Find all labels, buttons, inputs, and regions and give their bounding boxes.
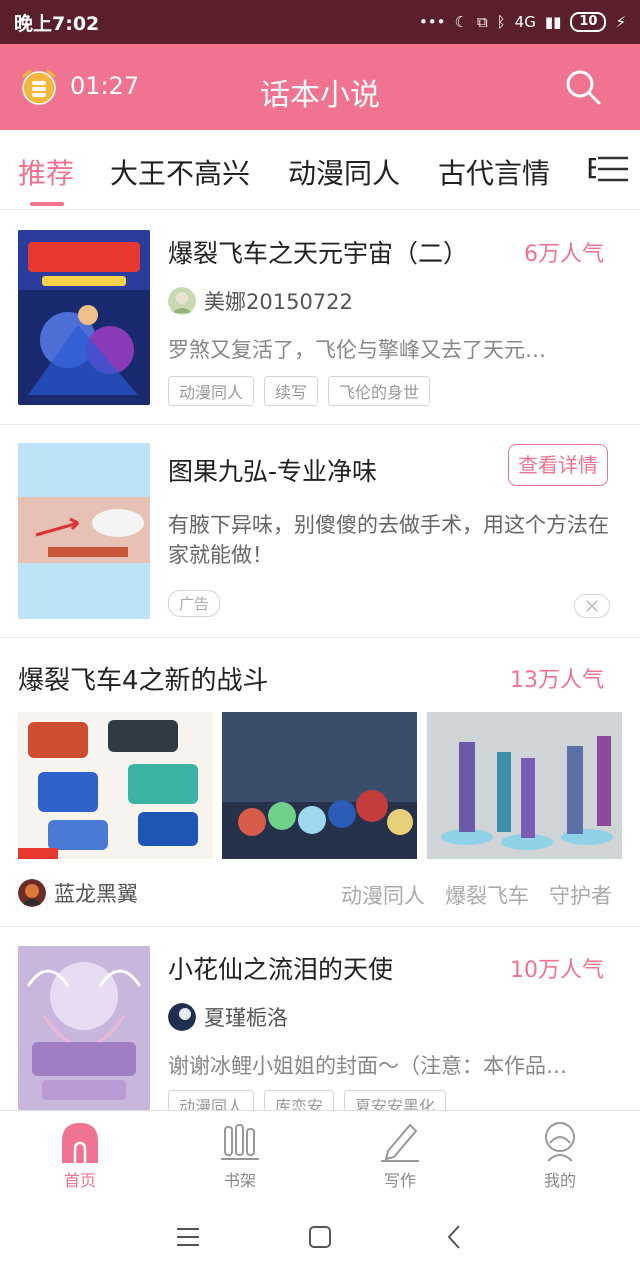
battery-icon: 10 xyxy=(570,12,607,32)
back-icon[interactable] xyxy=(442,1224,468,1250)
ad-description: 有腋下异味，别傻傻的去做手术，用这个方法在家就能做！ xyxy=(168,513,609,567)
author-name: 美娜20150722 xyxy=(204,290,353,314)
pencil-icon xyxy=(381,1123,419,1162)
charging-icon: ⚡ xyxy=(615,13,626,31)
home-square-icon[interactable] xyxy=(307,1224,333,1250)
author-name: 夏瑾栀洛 xyxy=(204,1006,288,1030)
status-time: 晚上7:02 xyxy=(14,12,100,35)
tag[interactable]: 续写 xyxy=(264,376,319,406)
book-description-1: 罗煞又复活了，飞伦与擎峰又去了天元… xyxy=(168,338,546,362)
author-name: 蓝龙黑翼 xyxy=(54,882,138,906)
moon-icon: ☾ xyxy=(454,13,468,31)
book-title-1[interactable]: 爆裂飞车之天元宇宙（二） xyxy=(168,234,468,270)
tab-indicator xyxy=(30,202,64,206)
tab-dawang[interactable]: 大王不高兴 xyxy=(110,152,250,192)
avatar xyxy=(168,287,196,315)
system-navigation xyxy=(0,1196,640,1280)
avatar xyxy=(18,879,46,907)
copy-icon: ⧉ xyxy=(476,13,488,31)
book-author-2[interactable]: 夏瑾栀洛 xyxy=(168,1002,288,1032)
ad-title[interactable]: 图果九弘-专业净味 xyxy=(168,452,377,488)
nav-label: 写作 xyxy=(383,1171,416,1190)
tab-ancient-romance[interactable]: 古代言情 xyxy=(438,152,550,192)
app-bar: 01:27 话本小说 xyxy=(0,44,640,130)
nav-bookshelf[interactable]: 书架 xyxy=(190,1119,290,1191)
tab-anime-fanfic[interactable]: 动漫同人 xyxy=(288,152,400,192)
recents-menu-icon[interactable] xyxy=(175,1224,201,1250)
book-cover-2 xyxy=(18,946,150,1110)
book-tags-1: 动漫同人 续写 飞伦的身世 xyxy=(168,376,431,406)
tab-more[interactable]: E xyxy=(586,152,596,185)
search-icon[interactable] xyxy=(564,68,602,106)
book-title-2[interactable]: 小花仙之流泪的天使 xyxy=(168,950,393,986)
view-details-button[interactable]: 查看详情 xyxy=(508,444,608,486)
tag[interactable]: 飞伦的身世 xyxy=(328,376,431,406)
tag[interactable]: 守护者 xyxy=(549,880,612,910)
nav-write[interactable]: 写作 xyxy=(350,1119,450,1191)
bookshelf-icon xyxy=(221,1124,259,1160)
close-icon[interactable] xyxy=(574,594,610,618)
nav-home[interactable]: 首页 xyxy=(30,1119,130,1191)
tag[interactable]: 动漫同人 xyxy=(341,880,425,910)
divider xyxy=(0,424,640,425)
bluetooth-icon: ᛒ xyxy=(496,13,506,31)
signal-label: 4G xyxy=(514,13,536,31)
app-title: 话本小说 xyxy=(260,78,380,113)
book-author-1[interactable]: 美娜20150722 xyxy=(168,286,353,316)
book-cover-1 xyxy=(18,230,150,405)
ad-label: 广告 xyxy=(168,590,221,617)
collection-popularity: 13万人气 xyxy=(510,668,604,693)
book-popularity-2: 10万人气 xyxy=(510,958,604,983)
avatar xyxy=(168,1003,196,1031)
nav-label: 我的 xyxy=(543,1171,576,1190)
divider xyxy=(0,926,640,927)
tab-recommend[interactable]: 推荐 xyxy=(18,152,74,192)
collection-title[interactable]: 爆裂飞车4之新的战斗 xyxy=(18,660,269,697)
signal-icon: ▮▮ xyxy=(544,13,562,31)
tag[interactable]: 爆裂飞车 xyxy=(445,880,529,910)
status-bar: 晚上7:02 ••• ☾ ⧉ ᛒ 4G ▮▮ 10 ⚡ xyxy=(0,0,640,44)
menu-icon[interactable] xyxy=(596,154,630,184)
category-tabs: 推荐 大王不高兴 动漫同人 古代言情 E xyxy=(0,130,640,210)
collection-author[interactable]: 蓝龙黑翼 xyxy=(18,878,138,908)
book-description-2: 谢谢冰鲤小姐姐的封面～（注意：本作品… xyxy=(168,1054,567,1078)
gallery-image-1 xyxy=(18,712,213,859)
book-popularity-1: 6万人气 xyxy=(524,242,604,267)
more-dots-icon: ••• xyxy=(418,13,446,31)
gallery-image-3 xyxy=(427,712,622,859)
status-icons: ••• ☾ ⧉ ᛒ 4G ▮▮ 10 ⚡ xyxy=(419,12,626,32)
collection-tags: 动漫同人 爆裂飞车 守护者 xyxy=(341,880,612,910)
divider xyxy=(0,637,640,638)
nav-profile[interactable]: 我的 xyxy=(510,1119,610,1191)
bottom-navigation: 首页 书架 写作 我的 xyxy=(0,1110,640,1196)
nav-label: 首页 xyxy=(63,1171,96,1190)
nav-label: 书架 xyxy=(223,1171,256,1190)
ad-image xyxy=(18,443,150,619)
profile-icon xyxy=(545,1122,575,1162)
gallery-image-2 xyxy=(222,712,417,859)
tag[interactable]: 动漫同人 xyxy=(168,376,255,406)
home-icon xyxy=(62,1123,98,1163)
